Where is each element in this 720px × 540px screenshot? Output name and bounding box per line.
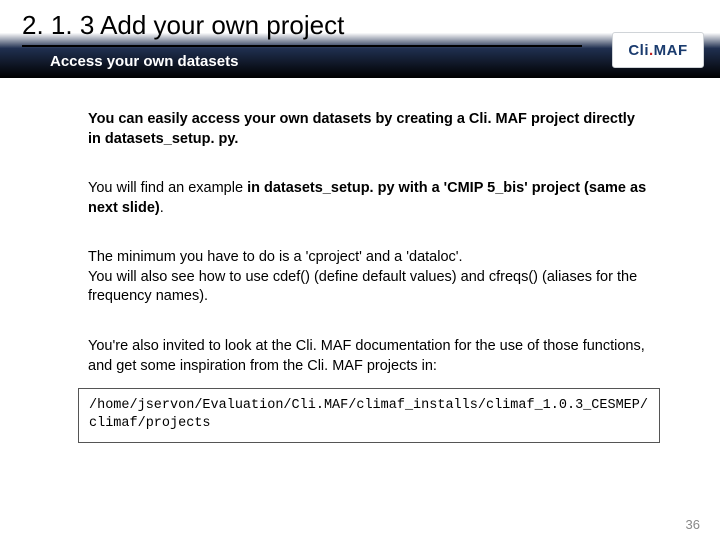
- climaf-logo: Cli.MAF: [612, 32, 704, 68]
- paragraph-4: You're also invited to look at the Cli. …: [88, 337, 650, 376]
- slide-header: 2. 1. 3 Add your own project Access your…: [0, 0, 720, 78]
- logo-part3: MAF: [654, 42, 688, 59]
- para1-text: You can easily access your own datasets …: [88, 111, 635, 147]
- para2-lead: You will find an example: [88, 180, 247, 196]
- logo-part1: Cli: [628, 42, 649, 59]
- title-rule: [22, 45, 582, 47]
- paragraph-3: The minimum you have to do is a 'cprojec…: [88, 248, 650, 307]
- page-number: 36: [686, 517, 700, 532]
- code-path-box: /home/jservon/Evaluation/Cli.MAF/climaf_…: [78, 388, 660, 442]
- paragraph-2: You will find an example in datasets_set…: [88, 179, 650, 218]
- paragraph-1: You can easily access your own datasets …: [88, 110, 650, 149]
- para2-tail: .: [160, 200, 164, 216]
- slide-body: You can easily access your own datasets …: [0, 78, 720, 376]
- slide-title: 2. 1. 3 Add your own project: [22, 10, 704, 41]
- slide-subtitle: Access your own datasets: [50, 53, 704, 70]
